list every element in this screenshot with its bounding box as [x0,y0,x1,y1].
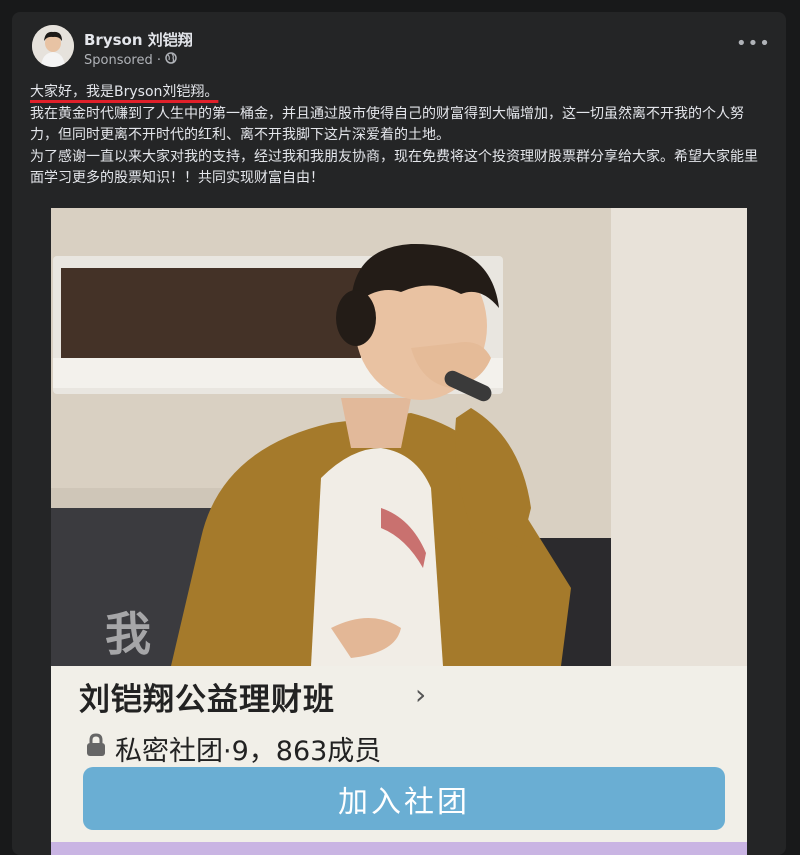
group-title[interactable]: 刘铠翔公益理财班 [79,674,335,719]
group-privacy-text: 私密社团·9，863成员 [115,736,382,767]
sponsored-post-card: Bryson 刘铠翔 Sponsored · ••• 大家好，我是Bryson刘… [12,12,786,855]
post-paragraph-2: 为了感谢一直以来大家对我的支持，经过我和我朋友协商，现在免费将这个投资理财股票群… [30,148,758,187]
join-group-button[interactable]: 加入社团 [83,767,725,830]
more-options-icon[interactable]: ••• [736,34,770,54]
group-privacy-row: 私密社团·9，863成员 [85,729,381,768]
greeting-text: 大家好，我是Bryson刘铠翔。 [30,84,219,100]
sponsored-label[interactable]: Sponsored · [84,53,161,68]
post-paragraph-1: 我在黄金时代赚到了人生中的第一桶金，并且通过股市使得自己的财富得到大幅增加，这一… [30,105,744,144]
lock-icon [85,733,107,764]
post-photo[interactable]: 我 [51,208,747,666]
post-media[interactable]: 我 刘铠翔公益理财班 › 私密社团·9，863成员 加入社团 [51,208,747,855]
post-meta: Sponsored · [84,52,177,68]
author-name[interactable]: Bryson 刘铠翔 [84,29,193,50]
group-card-bottom-strip [51,842,747,855]
chevron-right-icon[interactable]: › [415,678,426,711]
globe-icon [165,52,177,68]
avatar[interactable] [32,25,74,67]
post-header: Bryson 刘铠翔 Sponsored · ••• [12,12,786,82]
photo-overlay-text: 我 [105,607,151,661]
post-text: 大家好，我是Bryson刘铠翔。 我在黄金时代赚到了人生中的第一桶金，并且通过股… [30,82,770,190]
group-preview-card[interactable]: 刘铠翔公益理财班 › 私密社团·9，863成员 加入社团 [51,666,747,855]
